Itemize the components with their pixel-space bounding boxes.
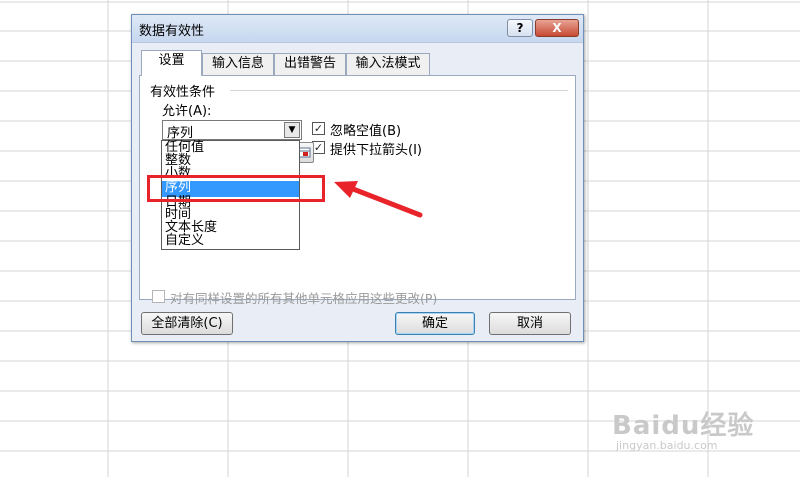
watermark-brand: Baidu经验 <box>612 411 755 441</box>
ignore-blank-label: 忽略空值(B) <box>330 124 402 139</box>
tab-error-alert[interactable]: 出错警告 <box>274 53 346 75</box>
annotation-arrow-icon <box>334 181 423 218</box>
watermark-url: jingyan.baidu.com <box>616 439 718 452</box>
dialog-titlebar[interactable]: 数据有效性 ? X <box>132 15 583 43</box>
tab-ime-mode[interactable]: 输入法模式 <box>346 53 430 75</box>
allow-label: 允许(A): <box>162 104 212 119</box>
apply-all-checkbox[interactable] <box>152 290 165 303</box>
ignore-blank-checkbox[interactable]: ✓ <box>312 122 325 135</box>
group-divider <box>230 90 568 91</box>
chevron-down-icon[interactable]: ▼ <box>284 122 300 138</box>
apply-all-label: 对有同样设置的所有其他单元格应用这些更改(P) <box>170 291 438 306</box>
allow-dropdown[interactable]: 序列 ▼ <box>162 120 302 141</box>
annotation-highlight-box <box>147 175 325 202</box>
option-custom[interactable]: 自定义 <box>162 234 299 250</box>
close-button[interactable]: X <box>535 19 579 37</box>
cancel-button[interactable]: 取消 <box>489 312 571 335</box>
tab-settings[interactable]: 设置 <box>141 50 202 76</box>
dialog-title: 数据有效性 <box>139 24 205 39</box>
validation-criteria-label: 有效性条件 <box>150 85 216 100</box>
in-cell-dropdown-label: 提供下拉箭头(I) <box>330 143 422 158</box>
tab-input-message[interactable]: 输入信息 <box>202 53 274 75</box>
ok-button[interactable]: 确定 <box>395 312 475 335</box>
allow-selected-value: 序列 <box>167 126 194 141</box>
help-button[interactable]: ? <box>507 19 533 37</box>
clear-all-button[interactable]: 全部清除(C) <box>141 312 233 335</box>
